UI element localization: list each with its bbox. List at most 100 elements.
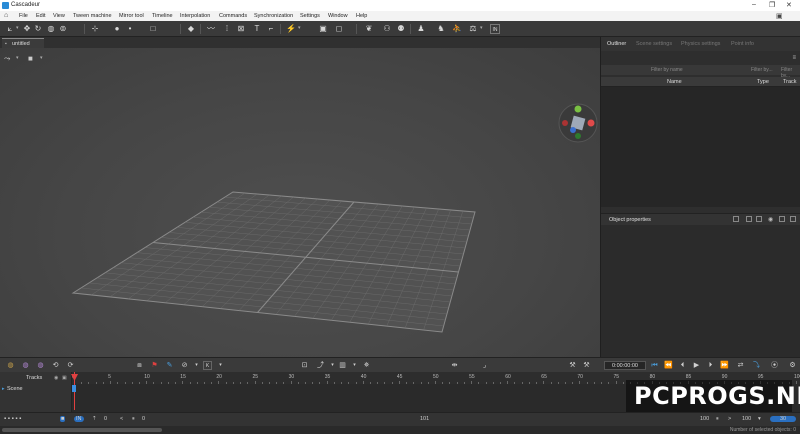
bracket-icon[interactable]: ⌐	[266, 24, 276, 34]
scroll-thumb[interactable]	[2, 428, 162, 432]
play-icon[interactable]: ▶	[692, 361, 701, 370]
dots-icon[interactable]: ⁞	[222, 24, 232, 34]
eye-icon[interactable]: ◉	[54, 375, 58, 381]
track-row-scene[interactable]: ▸ Scene	[0, 385, 72, 393]
chevron-down-icon[interactable]: ▾	[16, 55, 19, 61]
outliner-list[interactable]	[601, 87, 800, 207]
chevron-down-icon[interactable]: ▾	[192, 361, 201, 370]
disable-icon[interactable]: ⊘	[180, 361, 189, 370]
pose-icon[interactable]: ⚇	[382, 24, 392, 34]
menu-settings[interactable]: Settings	[300, 13, 320, 19]
interval-icon[interactable]: ⧈	[135, 361, 144, 370]
ik-icon[interactable]: ⊚	[58, 24, 68, 34]
tab-point-info[interactable]: Point info	[731, 41, 754, 47]
minimize-button[interactable]: –	[752, 1, 756, 8]
move-icon[interactable]: ✥	[22, 24, 32, 34]
loop-icon[interactable]: ⟲	[51, 361, 60, 370]
chevron-down-icon[interactable]: ▾	[40, 55, 43, 61]
chevron-left-icon[interactable]: <	[120, 416, 123, 422]
paste-icon[interactable]	[746, 216, 752, 222]
corner-icon[interactable]: ⌟	[480, 361, 489, 370]
fit-icon[interactable]: ⊡	[300, 361, 309, 370]
menu-help[interactable]: Help	[356, 13, 367, 19]
chevron-down-icon[interactable]: ▾	[758, 416, 761, 422]
pause-icon[interactable]: ⏸	[716, 416, 719, 423]
menu-tween-machine[interactable]: Tween machine	[73, 13, 112, 19]
mode-icon[interactable]: ■	[60, 416, 66, 422]
column-type[interactable]: Type	[757, 79, 769, 85]
menu-view[interactable]: View	[53, 13, 65, 19]
chevron-down-icon[interactable]: ▾	[328, 361, 337, 370]
chart-icon[interactable]: ⊠	[236, 24, 246, 34]
rotate-icon[interactable]: ↻	[33, 24, 43, 34]
tab-physics-settings[interactable]: Physics settings	[681, 41, 720, 47]
figure2-icon[interactable]: ♞	[436, 24, 446, 34]
menu-file[interactable]: File	[19, 13, 28, 19]
wand2-icon[interactable]: ⚒	[582, 361, 591, 370]
key-purple-icon[interactable]: ◍	[21, 361, 30, 370]
chevron-down-icon[interactable]: ▾	[480, 25, 483, 31]
menu-edit[interactable]: Edit	[36, 13, 45, 19]
frame-step-button[interactable]: K	[203, 361, 212, 370]
in-button[interactable]: IN	[490, 24, 500, 34]
lock-icon[interactable]: ▣	[62, 375, 67, 381]
current-time-field[interactable]: 0:00:00:00	[604, 361, 646, 370]
axis-icon[interactable]: ⟀	[5, 24, 15, 34]
curve-icon[interactable]: 〰	[206, 24, 216, 34]
menu-mirror-tool[interactable]: Mirror tool	[119, 13, 144, 19]
to-end-icon[interactable]: ⏩	[720, 361, 729, 370]
end-frame-field[interactable]: 100	[700, 416, 709, 422]
figure-icon[interactable]: ♟	[416, 24, 426, 34]
tab-scene-settings[interactable]: Scene settings	[636, 41, 672, 47]
layout-icon[interactable]: ▣	[776, 12, 783, 20]
expand-icon[interactable]: ▸	[2, 386, 5, 392]
pivot-icon[interactable]: ⊹	[90, 24, 100, 34]
camera-icon[interactable]: ■	[28, 54, 33, 63]
fps-toggle[interactable]: 30	[770, 416, 796, 422]
filter-name-input[interactable]: Filter by name	[651, 67, 683, 73]
menu-commands[interactable]: Commands	[219, 13, 247, 19]
chevron-right-icon[interactable]: >	[728, 416, 731, 422]
tab-untitled[interactable]: ▪ untitled	[2, 38, 44, 48]
curve-edit-icon[interactable]: ⤴	[316, 361, 325, 370]
frame-field-1[interactable]: 0	[104, 416, 107, 422]
chevron-down-icon[interactable]: ▾	[298, 25, 301, 31]
settings-icon[interactable]	[790, 216, 796, 222]
frame-field-2[interactable]: 0	[142, 416, 145, 422]
gear-icon[interactable]: ⚙	[788, 361, 797, 370]
flag-icon[interactable]: ⚑	[150, 361, 159, 370]
pin-icon[interactable]: ✎	[165, 361, 174, 370]
column-track[interactable]: Track	[783, 79, 797, 85]
key-gold-icon[interactable]: ◍	[6, 361, 15, 370]
eraser-icon[interactable]: ◆	[186, 24, 196, 34]
column-name[interactable]: Name	[667, 79, 682, 85]
horizontal-scrollbar[interactable]: Number of selected objects: 0	[0, 426, 800, 434]
viewport-3d[interactable]: ⤳ ▾ ■ ▾	[0, 48, 600, 357]
step-forward-icon[interactable]: ⏵	[706, 361, 715, 370]
prev-key-icon[interactable]: ⏮	[650, 361, 659, 370]
range-icon[interactable]: ⇹	[450, 361, 459, 370]
square-icon[interactable]: □	[148, 24, 158, 34]
refresh-icon[interactable]: ✵	[362, 361, 371, 370]
text-icon[interactable]: T	[252, 24, 262, 34]
camera-path-icon[interactable]: ⤳	[4, 54, 10, 64]
keyframe-marker[interactable]	[72, 385, 76, 392]
physics-icon[interactable]: ⚖	[468, 24, 478, 34]
chevron-down-icon[interactable]: ▾	[350, 361, 359, 370]
orientation-gizmo[interactable]	[558, 103, 598, 143]
maximize-button[interactable]: ❐	[769, 1, 775, 9]
select-icon[interactable]: ◍	[46, 24, 56, 34]
point-small-icon[interactable]: •	[125, 24, 135, 34]
key-purple2-icon[interactable]: ◍	[36, 361, 45, 370]
figure3-icon[interactable]: ⛹	[452, 24, 462, 34]
chevron-down-icon[interactable]: ▾	[16, 25, 19, 31]
frame-icon[interactable]: ▣	[318, 24, 328, 34]
step-back-icon[interactable]: ⏴	[678, 361, 687, 370]
run-icon[interactable]: ⚡	[286, 24, 296, 34]
wings-icon[interactable]: ❦	[364, 24, 374, 34]
frame-outline-icon[interactable]: ◻	[334, 24, 344, 34]
menu-window[interactable]: Window	[328, 13, 348, 19]
loop-playback-icon[interactable]: ⇄	[736, 361, 745, 370]
pose2-icon[interactable]: ⚉	[396, 24, 406, 34]
in-toggle[interactable]: IN	[74, 416, 84, 422]
